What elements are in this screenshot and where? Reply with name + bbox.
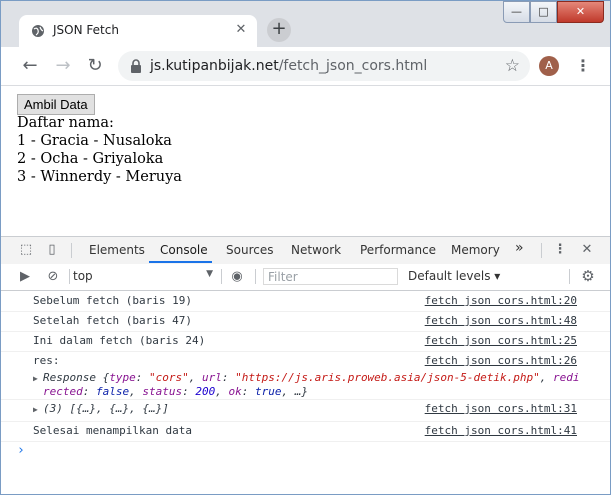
log-message: Setelah fetch (baris 47) xyxy=(33,314,192,327)
devtools-panel: ⬚ ▯ Elements Console Sources Network Per… xyxy=(1,236,610,494)
close-icon: ✕ xyxy=(575,5,586,18)
settings-gear-icon[interactable]: ⚙ xyxy=(580,268,596,284)
log-message: Sebelum fetch (baris 19) xyxy=(33,294,192,307)
separator xyxy=(255,269,256,284)
sidebar-toggle-icon[interactable]: ▶ xyxy=(17,269,33,285)
log-message: Selesai menampilkan data xyxy=(33,424,192,437)
menu-kebab-icon[interactable]: ⋮ xyxy=(575,55,591,77)
console-toolbar: ▶ ⊘ top ▼ ◉ Filter Default levels ▾ ⚙ xyxy=(1,264,610,291)
forward-arrow-icon[interactable]: → xyxy=(52,55,74,77)
reload-icon[interactable]: ↻ xyxy=(84,55,106,77)
console-log-row: ▶ (3) [{…}, {…}, {…}] fetch json cors.ht… xyxy=(1,399,610,422)
url-text: js.kutipanbijak.net/fetch_json_cors.html xyxy=(150,58,427,74)
tab-console[interactable]: Console xyxy=(160,243,208,257)
minimize-icon: — xyxy=(511,5,522,18)
back-arrow-icon[interactable]: ← xyxy=(19,55,41,77)
dropdown-arrow-icon: ▼ xyxy=(206,269,213,279)
tab-title: JSON Fetch xyxy=(53,23,119,37)
devtools-tabbar: ⬚ ▯ Elements Console Sources Network Per… xyxy=(1,237,610,265)
tab-elements[interactable]: Elements xyxy=(89,243,145,257)
tab-performance[interactable]: Performance xyxy=(360,243,436,257)
url-path: /fetch_json_cors.html xyxy=(278,58,428,74)
separator xyxy=(569,269,570,284)
expand-triangle-icon[interactable]: ▶ xyxy=(33,405,38,414)
maximize-button[interactable]: □ xyxy=(530,1,557,23)
log-message: res: xyxy=(33,354,60,367)
context-label: top xyxy=(73,269,93,283)
maximize-icon: □ xyxy=(538,5,549,18)
response-object-preview[interactable]: Response {type: "cors", url: "https://js… xyxy=(43,371,580,384)
log-source-link[interactable]: fetch json cors.html:41 xyxy=(425,424,577,437)
close-window-button[interactable]: ✕ xyxy=(557,1,604,23)
devtools-menu-icon[interactable]: ⋮ xyxy=(552,242,568,258)
tab-close-icon[interactable]: ✕ xyxy=(233,22,249,38)
console-log-row: Ini dalam fetch (baris 24) fetch json co… xyxy=(1,331,610,352)
log-source-link[interactable]: fetch json cors.html:20 xyxy=(425,294,577,307)
tab-network[interactable]: Network xyxy=(291,243,341,257)
expand-triangle-icon[interactable]: ▶ xyxy=(33,374,38,383)
list-heading: Daftar nama: xyxy=(17,115,114,131)
tab-memory[interactable]: Memory xyxy=(451,243,500,257)
filter-input[interactable]: Filter xyxy=(263,268,398,285)
eye-icon[interactable]: ◉ xyxy=(229,269,245,285)
close-devtools-icon[interactable]: ✕ xyxy=(579,242,595,258)
address-bar[interactable]: js.kutipanbijak.net/fetch_json_cors.html… xyxy=(118,51,530,81)
browser-window: JSON Fetch ✕ + — □ ✕ ← → ↻ js.kutipanbij… xyxy=(0,0,611,495)
inspect-element-icon[interactable]: ⬚ xyxy=(18,242,34,258)
response-object-preview-line2: rected: false, status: 200, ok: true, …} xyxy=(43,385,308,398)
browser-tab[interactable]: JSON Fetch ✕ xyxy=(19,15,257,47)
minimize-button[interactable]: — xyxy=(503,1,530,23)
console-prompt-icon[interactable]: › xyxy=(17,443,25,458)
separator xyxy=(71,243,72,258)
context-selector[interactable]: top ▼ xyxy=(73,269,213,285)
log-source-link[interactable]: fetch json cors.html:48 xyxy=(425,314,577,327)
log-levels-dropdown[interactable]: Default levels ▾ xyxy=(408,269,500,283)
list-item: 3 - Winnerdy - Meruya xyxy=(17,169,182,185)
ambil-data-button[interactable]: Ambil Data xyxy=(17,94,95,115)
lock-icon xyxy=(131,59,141,73)
url-host: js.kutipanbijak.net xyxy=(150,58,279,74)
log-message[interactable]: (3) [{…}, {…}, {…}] xyxy=(43,402,169,415)
list-item: 2 - Ocha - Griyaloka xyxy=(17,151,164,167)
clear-console-icon[interactable]: ⊘ xyxy=(45,269,61,285)
more-tabs-icon[interactable]: » xyxy=(515,240,524,256)
log-source-link[interactable]: fetch json cors.html:25 xyxy=(425,334,577,347)
device-toggle-icon[interactable]: ▯ xyxy=(44,242,60,258)
tab-sources[interactable]: Sources xyxy=(226,243,273,257)
log-source-link[interactable]: fetch json cors.html:26 xyxy=(425,354,577,367)
profile-avatar[interactable]: A xyxy=(539,56,559,76)
separator xyxy=(541,243,542,258)
active-tab-indicator xyxy=(149,261,212,263)
console-log-row: res: fetch json cors.html:26 ▶ Response … xyxy=(1,351,610,400)
bookmark-star-icon[interactable]: ☆ xyxy=(505,56,520,76)
globe-icon xyxy=(32,25,44,37)
log-message: Ini dalam fetch (baris 24) xyxy=(33,334,206,347)
console-log-row: Sebelum fetch (baris 19) fetch json cors… xyxy=(1,291,610,312)
separator xyxy=(221,269,222,284)
separator xyxy=(69,269,70,284)
console-log-row: Selesai menampilkan data fetch json cors… xyxy=(1,421,610,442)
list-item: 1 - Gracia - Nusaloka xyxy=(17,133,172,149)
console-log-row: Setelah fetch (baris 47) fetch json cors… xyxy=(1,311,610,332)
new-tab-button[interactable]: + xyxy=(267,18,291,42)
browser-toolbar: ← → ↻ js.kutipanbijak.net/fetch_json_cor… xyxy=(1,47,610,86)
log-source-link[interactable]: fetch json cors.html:31 xyxy=(425,402,577,415)
tab-strip: JSON Fetch ✕ + — □ ✕ xyxy=(1,1,610,47)
page-content: Ambil Data Daftar nama: 1 - Gracia - Nus… xyxy=(1,86,610,236)
